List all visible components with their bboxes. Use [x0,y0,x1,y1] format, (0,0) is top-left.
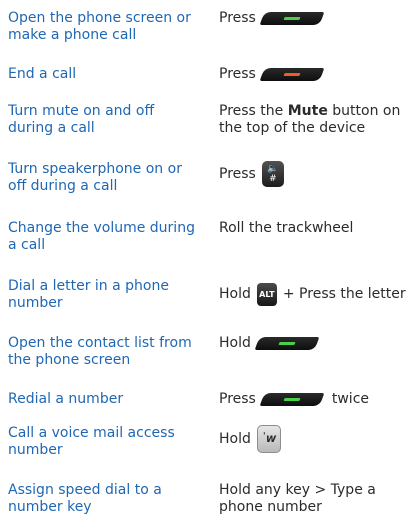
action-cell: Press twice [219,391,412,408]
task-label: Assign speed dial to a number key [8,482,162,515]
action-cell: Hold ALT + Press the letter [219,283,412,306]
task-label: Dial a letter in a phone number [8,278,169,311]
action-text: Press [219,165,256,182]
action-text: + Press the letter [282,286,406,302]
task-label: End a call [8,66,77,82]
speakerphone-key-icon: 🔈 # [261,161,284,187]
action-text: Hold [219,286,251,302]
action-cell: Press the Mute button on the top of the … [219,103,412,137]
action-cell: Hold any key > Type a phone number [219,482,412,516]
send-key-icon [254,337,320,350]
action-cell: Roll the trackwheel [219,220,412,237]
action-text: Hold any key > Type a phone number [219,482,376,515]
action-text: twice [331,391,369,407]
action-text: Press [219,391,256,407]
action-cell: Press [219,10,412,27]
task-label: Call a voice mail access number [8,425,175,458]
alt-key-icon: ALT [256,283,277,306]
action-cell: Press [219,66,412,83]
task-label: Change the volume during a call [8,220,195,253]
mute-label: Mute [287,103,328,119]
w-glyph: W [265,435,276,445]
send-key-icon [259,12,325,25]
task-label: Open the phone screen or make a phone ca… [8,10,191,43]
action-cell: Hold [219,335,412,352]
action-text: Press [219,66,256,82]
action-text: Hold [219,335,251,351]
task-label: Redial a number [8,391,124,407]
task-label: Open the contact list from the phone scr… [8,335,192,368]
action-text: Roll the trackwheel [219,220,354,236]
task-label: Turn mute on and off during a call [8,103,155,136]
action-text: Press the [219,103,284,119]
voicemail-w-key-icon: ' W [256,425,281,453]
end-key-icon [259,68,325,81]
send-key-icon [259,393,325,406]
action-cell: Press 🔈 # [219,161,412,187]
task-label: Turn speakerphone on or off during a cal… [8,161,182,194]
hash-glyph: # [269,174,277,184]
speaker-glyph: 🔈 [267,164,279,174]
action-text: Hold [219,430,251,447]
action-cell: Hold ' W [219,425,412,453]
action-text: Press [219,10,256,26]
